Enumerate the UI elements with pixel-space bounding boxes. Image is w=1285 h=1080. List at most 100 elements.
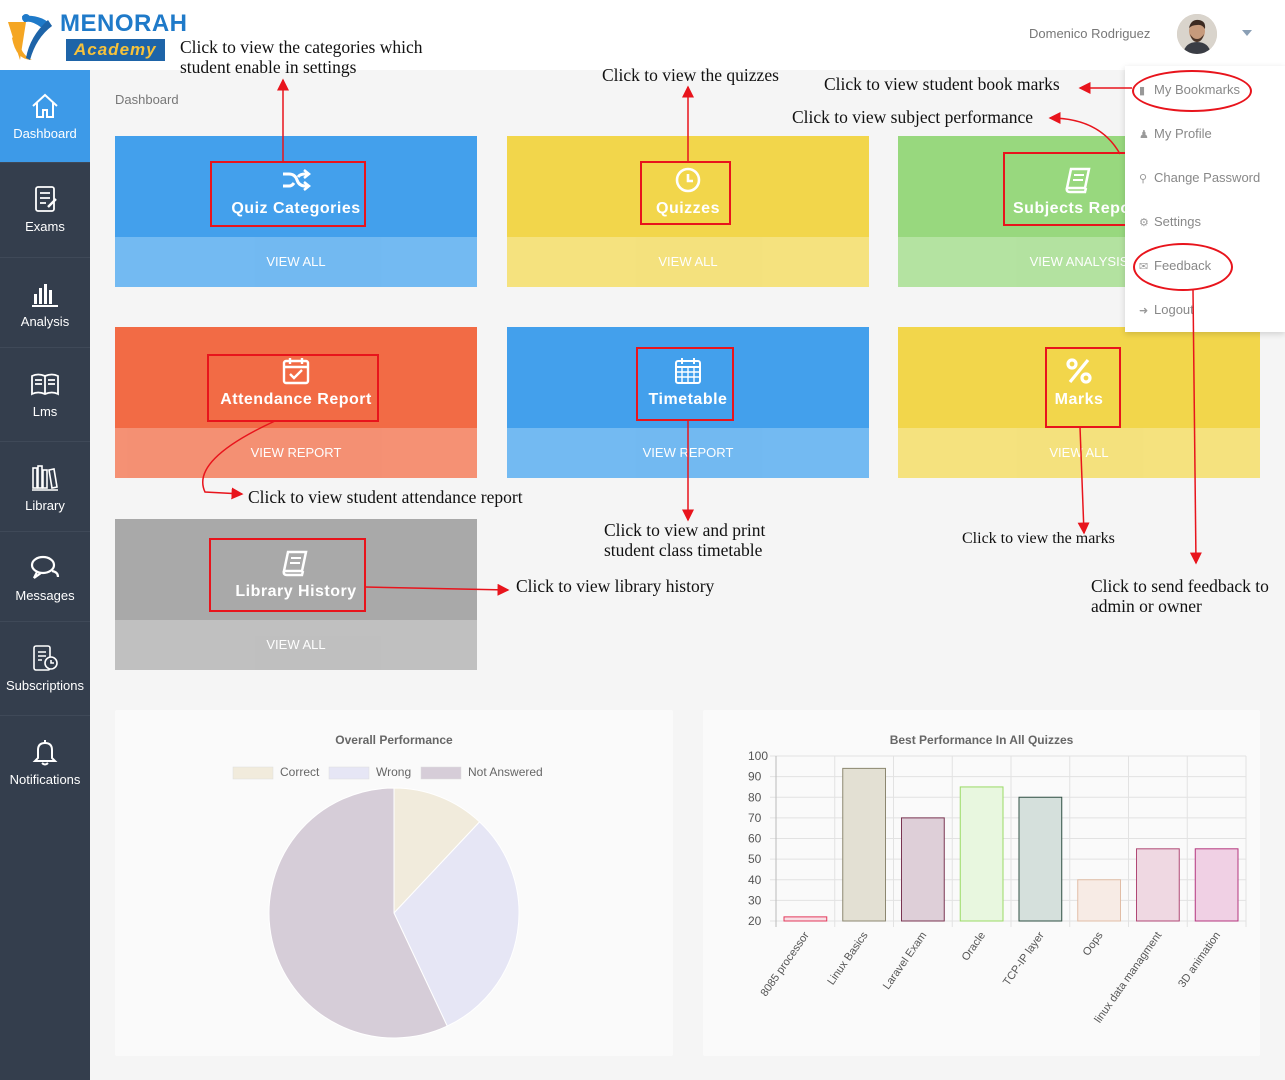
avatar[interactable]: [1177, 14, 1217, 54]
gear-icon: ⚙: [1139, 217, 1149, 229]
x-tick-label: 8085 processor: [759, 930, 813, 999]
highlight-box: [210, 161, 366, 227]
view-all-link[interactable]: VIEW ALL: [507, 237, 869, 287]
y-tick-label: 100: [748, 749, 768, 763]
chevron-down-icon[interactable]: [1242, 30, 1252, 36]
menu-item-profile[interactable]: ♟ My Profile: [1139, 126, 1212, 141]
sidebar-item-library[interactable]: Library: [0, 442, 90, 532]
legend-swatch: [328, 766, 370, 780]
menorah-logo-icon: [8, 14, 52, 60]
best-performance-panel: Best Performance In All Quizzes 20 30 40 50…: [703, 710, 1260, 1056]
x-tick-label: Laravel Exam: [881, 930, 929, 992]
sidebar-item-label: Messages: [15, 588, 75, 603]
y-tick-label: 90: [748, 770, 762, 784]
bar-chart-icon: [32, 284, 58, 307]
best-performance-bar-chart: 20 30 40 50 60 70 80 90 100 8085 processor Linux B…: [748, 749, 1247, 1026]
bar: [1136, 848, 1180, 922]
bar: [783, 916, 828, 922]
breadcrumb[interactable]: Dashboard: [115, 92, 179, 107]
highlight-box: [640, 161, 731, 225]
bar: [1018, 796, 1063, 922]
highlight-box: [209, 538, 366, 612]
highlight-box: [636, 347, 734, 421]
sidebar-item-messages[interactable]: Messages: [0, 532, 90, 622]
annotation-timetable: Click to view and print student class tim…: [604, 520, 765, 560]
sidebar: Dashboard Exams Analysis Lms Library Mes…: [0, 70, 90, 1080]
x-tick-label: Oracle: [960, 930, 988, 963]
sidebar-item-label: Analysis: [20, 314, 70, 329]
y-tick-label: 70: [748, 811, 762, 825]
x-tick-label: linux data managment: [1092, 930, 1164, 1026]
legend-label: Not Answered: [468, 765, 543, 779]
overall-performance-panel: Overall Performance Correct Wrong Not Answ…: [115, 710, 673, 1056]
view-all-link[interactable]: VIEW ALL: [115, 620, 477, 670]
legend-swatch: [420, 766, 462, 780]
sidebar-item-exams[interactable]: Exams: [0, 163, 90, 258]
annotation-line: admin or owner: [1091, 596, 1202, 616]
view-report-link[interactable]: VIEW REPORT: [115, 428, 477, 478]
sidebar-item-label: Dashboard: [13, 126, 77, 141]
menu-item-settings[interactable]: ⚙ Settings: [1139, 214, 1201, 229]
y-tick-label: 20: [748, 914, 762, 928]
annotation-subjects: Click to view subject performance: [792, 107, 1034, 127]
bar: [842, 767, 886, 922]
bell-icon: [32, 740, 58, 766]
annotation-categories: Click to view the categories which studen…: [180, 37, 423, 77]
annotation-line: Click to view and print: [604, 520, 766, 540]
bar: [1077, 879, 1121, 922]
annotation-line: Click to view the categories which: [180, 37, 423, 57]
view-all-link[interactable]: VIEW ALL: [115, 237, 477, 287]
menu-item-label: Logout: [1154, 302, 1194, 317]
sidebar-item-label: Lms: [32, 404, 58, 419]
brand-logo[interactable]: MENORAH Academy: [2, 6, 187, 66]
x-tick-label: 3D animation: [1176, 930, 1223, 990]
y-tick-label: 30: [748, 893, 762, 907]
y-tick-label: 40: [748, 873, 762, 887]
annotation-feedback: Click to send feedback to admin or owner: [1091, 576, 1269, 616]
brand-name: MENORAH: [60, 10, 188, 37]
annotation-bookmarks: Click to view student book marks: [824, 74, 1060, 94]
annotation-marks: Click to view the marks: [962, 530, 1115, 547]
annotation-line: Click to send feedback to: [1091, 576, 1269, 596]
highlight-box: [1045, 347, 1121, 428]
legend-label: Wrong: [376, 765, 411, 779]
view-report-link[interactable]: VIEW REPORT: [507, 428, 869, 478]
overall-performance-pie-chart: Correct Wrong Not Answered: [232, 765, 543, 1039]
x-tick-label: Linux Basics: [825, 929, 871, 987]
sidebar-item-subscriptions[interactable]: Subscriptions: [0, 622, 90, 716]
highlight-ellipse: [1132, 70, 1252, 112]
sidebar-item-label: Subscriptions: [5, 678, 85, 693]
exam-icon: [35, 186, 57, 212]
annotation-line: student class timetable: [604, 540, 763, 560]
menu-item-logout[interactable]: ➜ Logout: [1139, 302, 1194, 317]
user-name[interactable]: Domenico Rodriguez: [1029, 26, 1150, 41]
sidebar-item-dashboard[interactable]: Dashboard: [0, 70, 90, 163]
chat-icon: [30, 555, 60, 579]
user-icon: ♟: [1139, 129, 1149, 141]
annotation-line: student enable in settings: [180, 57, 357, 77]
menu-item-change-password[interactable]: ⚲ Change Password: [1139, 170, 1260, 185]
sidebar-item-analysis[interactable]: Analysis: [0, 258, 90, 348]
logout-icon: ➜: [1139, 305, 1149, 317]
bar: [901, 817, 945, 922]
view-all-link[interactable]: VIEW ALL: [898, 428, 1260, 478]
highlight-box: [1003, 152, 1125, 226]
sidebar-item-notifications[interactable]: Notifications: [0, 716, 90, 806]
book-open-icon: [31, 373, 59, 396]
annotation-quizzes: Click to view the quizzes: [602, 65, 779, 85]
annotation-library-history: Click to view library history: [516, 576, 715, 596]
key-icon: ⚲: [1139, 173, 1148, 185]
sidebar-item-lms[interactable]: Lms: [0, 348, 90, 442]
brand-subtitle: Academy: [66, 39, 165, 61]
sidebar-item-label: Exams: [25, 219, 65, 234]
y-tick-label: 80: [748, 790, 762, 804]
menu-item-label: Settings: [1154, 214, 1201, 229]
highlight-box: [207, 354, 379, 422]
legend-label: Correct: [280, 765, 320, 779]
user-avatar-icon: [1177, 14, 1217, 54]
sidebar-item-label: Library: [25, 498, 65, 513]
highlight-ellipse: [1133, 243, 1233, 291]
annotation-attendance: Click to view student attendance report: [248, 487, 523, 507]
menu-item-label: My Profile: [1154, 126, 1212, 141]
x-tick-label: TCP-IP layer: [1001, 930, 1047, 989]
